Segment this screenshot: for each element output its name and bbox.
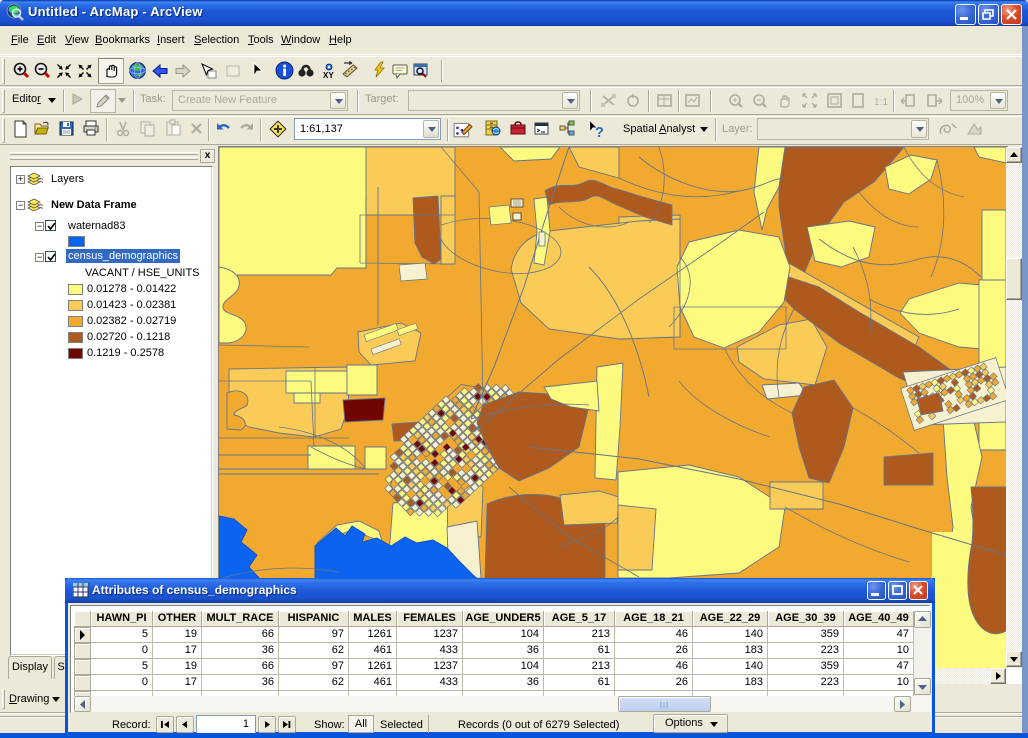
- svg-text:XY: XY: [323, 71, 334, 80]
- svg-text:?: ?: [595, 125, 604, 139]
- svg-text:1:1: 1:1: [874, 97, 888, 108]
